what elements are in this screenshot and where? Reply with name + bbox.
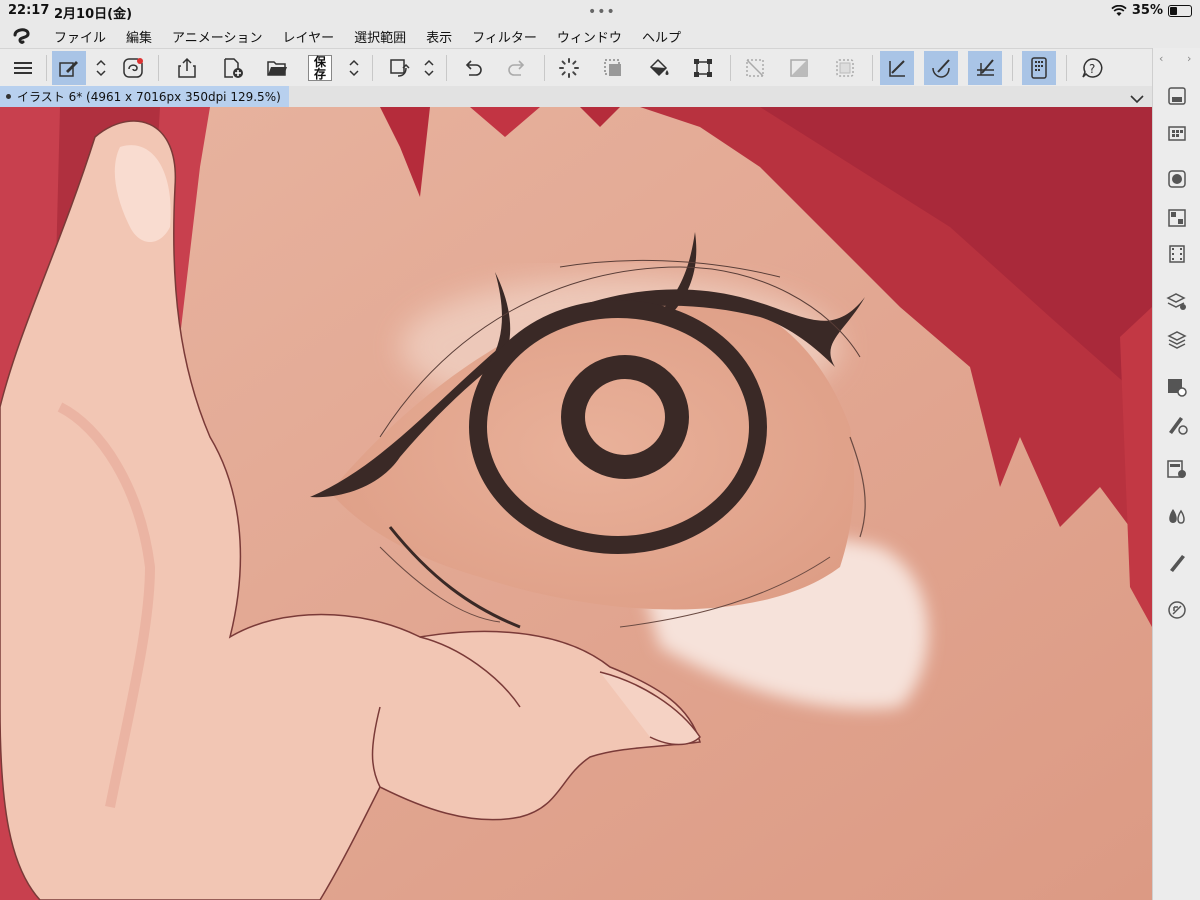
- circle-panel-icon[interactable]: [1163, 165, 1191, 193]
- deselect-icon[interactable]: [738, 51, 772, 85]
- color-drop-icon[interactable]: [1163, 502, 1191, 530]
- layer-property-icon[interactable]: [1163, 288, 1191, 316]
- ruler-snap-icon[interactable]: [880, 51, 914, 85]
- menu-view[interactable]: 表示: [416, 27, 462, 46]
- battery-icon: [1168, 4, 1192, 17]
- quick-access-icon[interactable]: [116, 51, 150, 85]
- color-set-icon[interactable]: [1163, 204, 1191, 232]
- marquee-icon[interactable]: [828, 51, 862, 85]
- wifi-icon: [1111, 4, 1127, 16]
- status-time: 22:17: [8, 3, 50, 18]
- menu-layer[interactable]: レイヤー: [273, 27, 345, 46]
- open-folder-icon[interactable]: [260, 51, 294, 85]
- status-right: 35%: [1111, 3, 1192, 18]
- multitask-dots-icon[interactable]: •••: [588, 4, 616, 20]
- save-label-bottom: 存: [313, 67, 326, 81]
- fill-bucket-icon[interactable]: [642, 51, 676, 85]
- gradient-icon[interactable]: [782, 51, 816, 85]
- menu-selection[interactable]: 選択範囲: [344, 27, 416, 46]
- document-tab[interactable]: イラスト 6* (4961 x 7016px 350dpi 129.5%): [0, 86, 289, 107]
- angle-snap-icon[interactable]: [968, 51, 1002, 85]
- share-icon[interactable]: [170, 51, 204, 85]
- animation-icon[interactable]: [1163, 240, 1191, 268]
- right-panel: ‹ ›: [1152, 48, 1200, 900]
- menu-help[interactable]: ヘルプ: [632, 27, 691, 46]
- save-button[interactable]: 保存: [303, 51, 337, 85]
- menu-edit[interactable]: 編集: [116, 27, 162, 46]
- panel-next-icon[interactable]: ›: [1187, 52, 1191, 65]
- device-icon[interactable]: [1022, 51, 1056, 85]
- artwork: [0, 107, 1152, 900]
- document-tab-bar: イラスト 6* (4961 x 7016px 350dpi 129.5%): [0, 86, 1152, 107]
- chevron-down-icon[interactable]: [1130, 89, 1144, 108]
- pen-icon[interactable]: [1163, 548, 1191, 576]
- redo-icon[interactable]: [500, 51, 534, 85]
- transform-icon[interactable]: [686, 51, 720, 85]
- document-tab-title: イラスト 6* (4961 x 7016px 350dpi 129.5%): [17, 90, 281, 104]
- command-bar: 保存 ?: [0, 48, 1152, 88]
- new-file-icon[interactable]: [216, 51, 250, 85]
- select-spinner-icon[interactable]: [552, 51, 586, 85]
- rotate-icon[interactable]: [382, 51, 416, 85]
- undo-icon[interactable]: [456, 51, 490, 85]
- drawing-canvas[interactable]: [0, 107, 1152, 900]
- app-logo-icon[interactable]: [0, 24, 44, 48]
- menu-filter[interactable]: フィルター: [462, 27, 547, 46]
- unsaved-dot-icon: [6, 94, 11, 99]
- subtool-settings-icon[interactable]: [1163, 373, 1191, 401]
- save-panel-icon[interactable]: [1163, 82, 1191, 110]
- menu-bar: ファイル 編集 アニメーション レイヤー 選択範囲 表示 フィルター ウィンドウ…: [0, 24, 1200, 48]
- svg-text:?: ?: [1089, 62, 1095, 76]
- menu-window[interactable]: ウィンドウ: [547, 27, 632, 46]
- layers-icon[interactable]: [1163, 326, 1191, 354]
- select-dotted-icon[interactable]: [596, 51, 630, 85]
- battery-percent: 35%: [1131, 3, 1163, 18]
- save-chevron-icon[interactable]: [343, 51, 365, 85]
- help-icon[interactable]: ?: [1076, 51, 1110, 85]
- menu-icon[interactable]: [6, 51, 40, 85]
- chevron-updown-icon[interactable]: [90, 51, 112, 85]
- status-date: 2月10日(金): [54, 7, 133, 22]
- brush-snap-icon[interactable]: [924, 51, 958, 85]
- tool-property-icon[interactable]: [1163, 410, 1191, 438]
- material-icon[interactable]: [1163, 118, 1191, 146]
- layer-adjust-icon[interactable]: [1163, 455, 1191, 483]
- status-bar: 22:17 2月10日(金) ••• 35%: [0, 0, 1200, 24]
- menu-animation[interactable]: アニメーション: [162, 27, 272, 46]
- edit-icon[interactable]: [52, 51, 86, 85]
- menu-file[interactable]: ファイル: [44, 27, 116, 46]
- rotate-chevron-icon[interactable]: [418, 51, 440, 85]
- panel-prev-icon[interactable]: ‹: [1159, 52, 1163, 65]
- navigator-icon[interactable]: [1163, 596, 1191, 624]
